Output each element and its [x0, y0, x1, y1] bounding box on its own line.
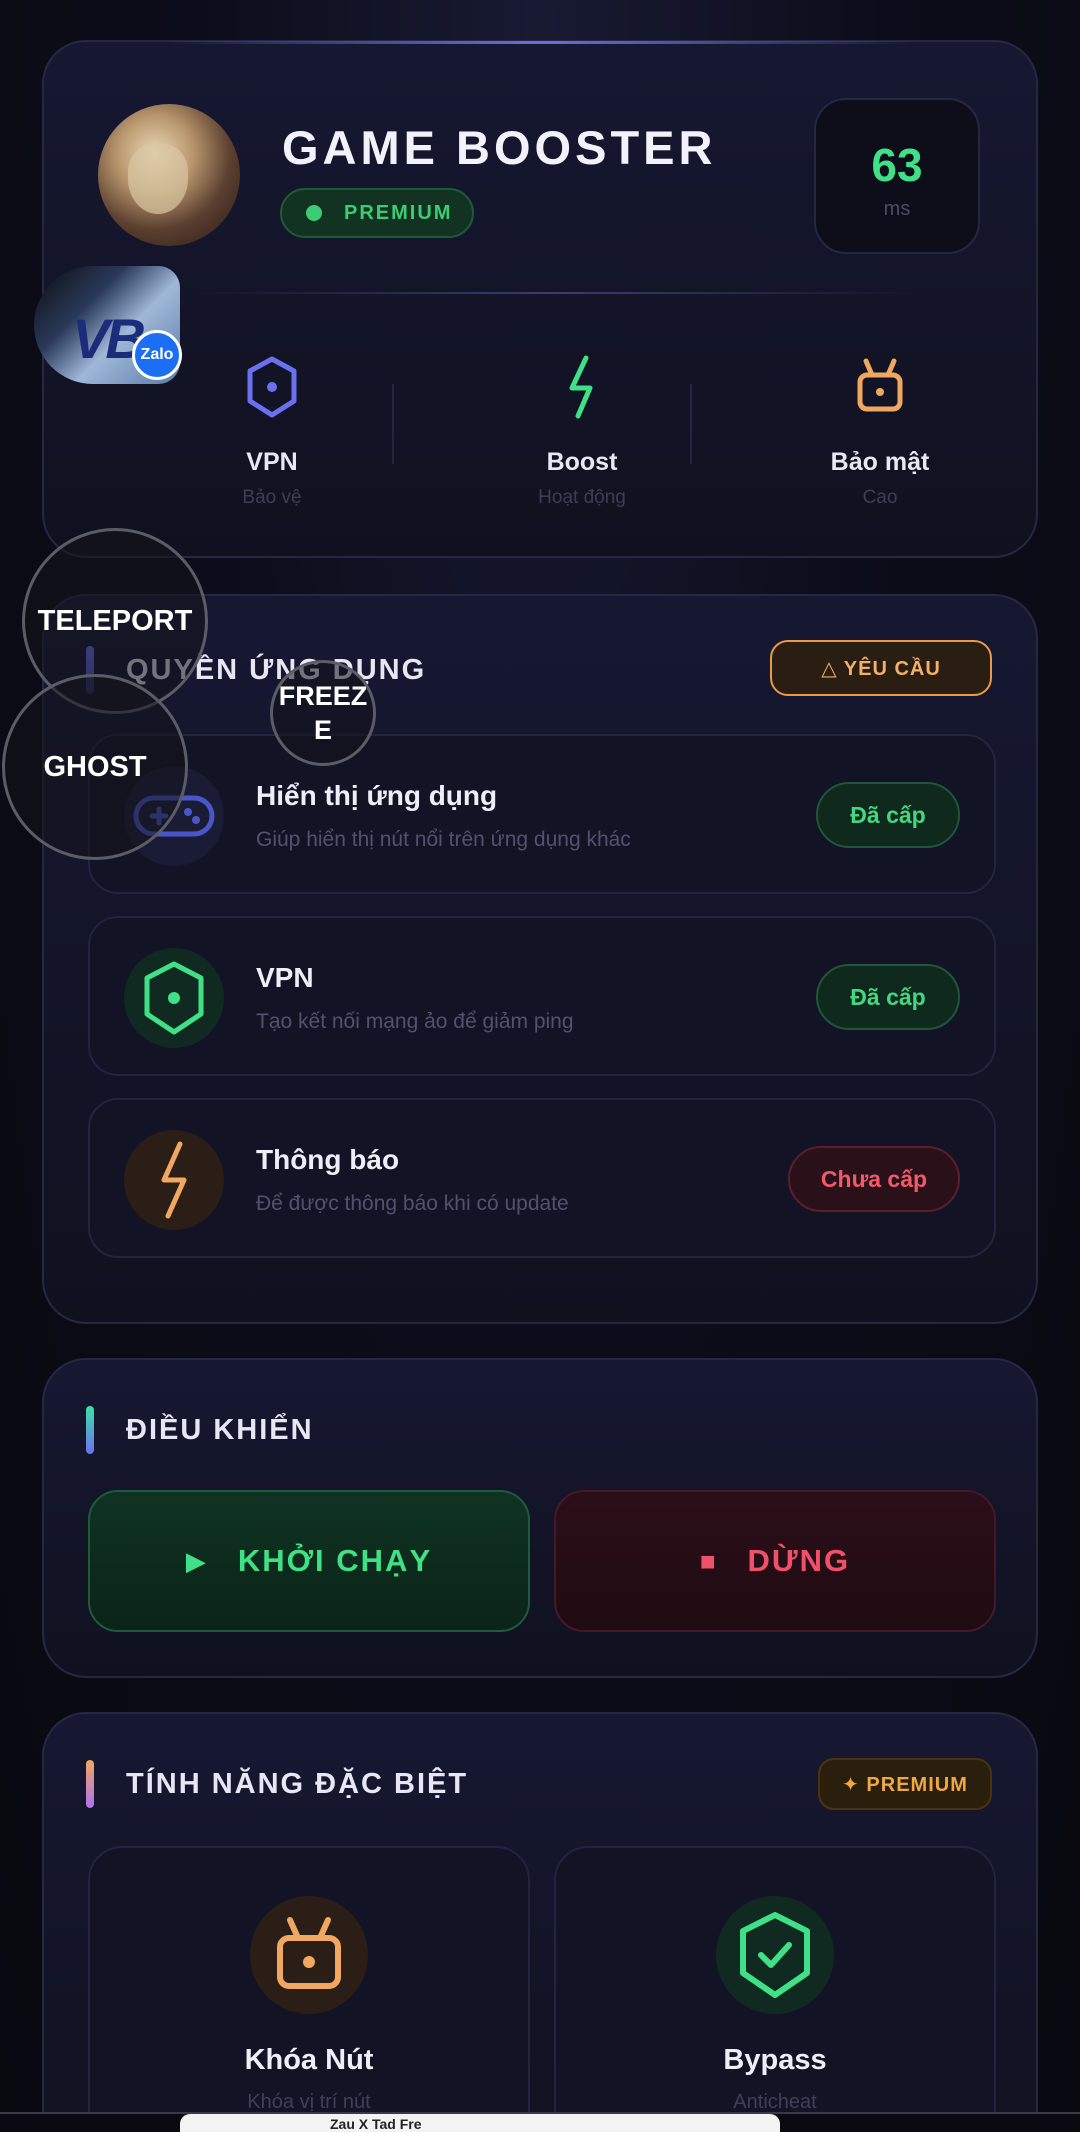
premium-tag: ✦ PREMIUM [818, 1758, 992, 1810]
stat-sub: Cao [862, 487, 898, 508]
shield-check-icon [716, 1896, 834, 2014]
stat-separator [690, 384, 692, 464]
stat-vpn[interactable]: VPN Bảo vệ [142, 352, 402, 509]
permission-status-button[interactable]: Đã cấp [816, 964, 960, 1030]
zalo-badge-icon: Zalo [132, 330, 182, 380]
avatar[interactable] [98, 104, 240, 246]
app-title: GAME BOOSTER [282, 121, 717, 174]
notification-text: Zau X Tad Fre [330, 2116, 422, 2132]
shield-icon [124, 948, 224, 1048]
control-card: ĐIỀU KHIỂN ▶ KHỞI CHẠY ■ DỪNG [42, 1358, 1038, 1678]
play-icon: ▶ [185, 1545, 208, 1576]
section-accent-bar [86, 1760, 94, 1808]
permissions-card: QUYỀN ỨNG DỤNG △ YÊU CẦU Hiển thị ứng dụ… [42, 594, 1038, 1324]
permission-row-notification: Thông báo Để được thông báo khi có updat… [88, 1098, 996, 1258]
bolt-icon [124, 1130, 224, 1230]
section-accent-bar [86, 1406, 94, 1454]
stat-label: Boost [546, 448, 618, 476]
stat-boost[interactable]: Boost Hoạt động [452, 352, 712, 509]
feature-tile-bypass[interactable]: Bypass Anticheat [554, 1846, 996, 2132]
request-permissions-button[interactable]: △ YÊU CẦU [770, 640, 992, 696]
feature-title: Khóa Nút [244, 2044, 374, 2076]
permission-description: Tạo kết nối mạng ảo để giảm ping [256, 1010, 574, 1033]
ping-unit: ms [883, 198, 911, 220]
feature-title: Bypass [723, 2044, 827, 2076]
premium-badge: PREMIUM [280, 188, 474, 238]
shield-icon [142, 352, 402, 422]
stop-icon: ■ [699, 1545, 718, 1576]
permission-row-vpn: VPN Tạo kết nối mạng ảo để giảm ping Đã … [88, 916, 996, 1076]
chat-bubble-text: VB [72, 307, 146, 370]
header-accent-line [164, 41, 916, 44]
freeze-overlay-button[interactable]: FREEZ E [270, 660, 376, 766]
ping-value: 63 [871, 139, 923, 191]
control-title: ĐIỀU KHIỂN [126, 1414, 314, 1446]
stop-button[interactable]: ■ DỪNG [554, 1490, 996, 1632]
stop-label: DỪNG [747, 1543, 851, 1578]
bottom-notification-bar: Zau X Tad Fre [0, 2112, 1080, 2132]
permission-description: Để được thông báo khi có update [256, 1192, 569, 1215]
permission-row-overlay: Hiển thị ứng dụng Giúp hiển thị nút nổi … [88, 734, 996, 894]
lock-icon [250, 1896, 368, 2014]
features-card: TÍNH NĂNG ĐẶC BIỆT ✦ PREMIUM Khóa Nút Kh… [42, 1712, 1038, 2132]
ghost-overlay-button[interactable]: GHOST [2, 674, 188, 860]
start-button[interactable]: ▶ KHỞI CHẠY [88, 1490, 530, 1632]
premium-label: PREMIUM [344, 201, 453, 224]
permission-status-button[interactable]: Chưa cấp [788, 1146, 960, 1212]
lock-icon [750, 352, 1010, 422]
permission-title: Thông báo [256, 1144, 400, 1175]
feature-tile-lock[interactable]: Khóa Nút Khóa vị trí nút [88, 1846, 530, 2132]
header-card: GAME BOOSTER PREMIUM 63 ms VPN Bảo vệ Bo… [42, 40, 1038, 558]
start-label: KHỞI CHẠY [237, 1543, 433, 1578]
permission-title: VPN [256, 962, 314, 993]
stat-sub: Bảo vệ [242, 487, 302, 508]
feature-description: Anticheat [733, 2091, 817, 2113]
features-title: TÍNH NĂNG ĐẶC BIỆT [126, 1768, 469, 1800]
stat-label: VPN [246, 448, 298, 476]
permission-title: Hiển thị ứng dụng [256, 780, 498, 811]
stat-label: Bảo mật [830, 448, 930, 476]
permission-description: Giúp hiển thị nút nổi trên ứng dụng khác [256, 828, 631, 851]
status-dot-icon [306, 205, 322, 221]
stat-separator [392, 384, 394, 464]
stat-security[interactable]: Bảo mật Cao [750, 352, 1010, 509]
stat-sub: Hoạt động [538, 487, 626, 508]
header-divider [194, 292, 916, 294]
ping-display: 63 ms [814, 98, 980, 254]
permission-status-button[interactable]: Đã cấp [816, 782, 960, 848]
feature-description: Khóa vị trí nút [247, 2091, 371, 2113]
notification-pill[interactable] [180, 2114, 780, 2132]
bolt-icon [452, 352, 712, 422]
